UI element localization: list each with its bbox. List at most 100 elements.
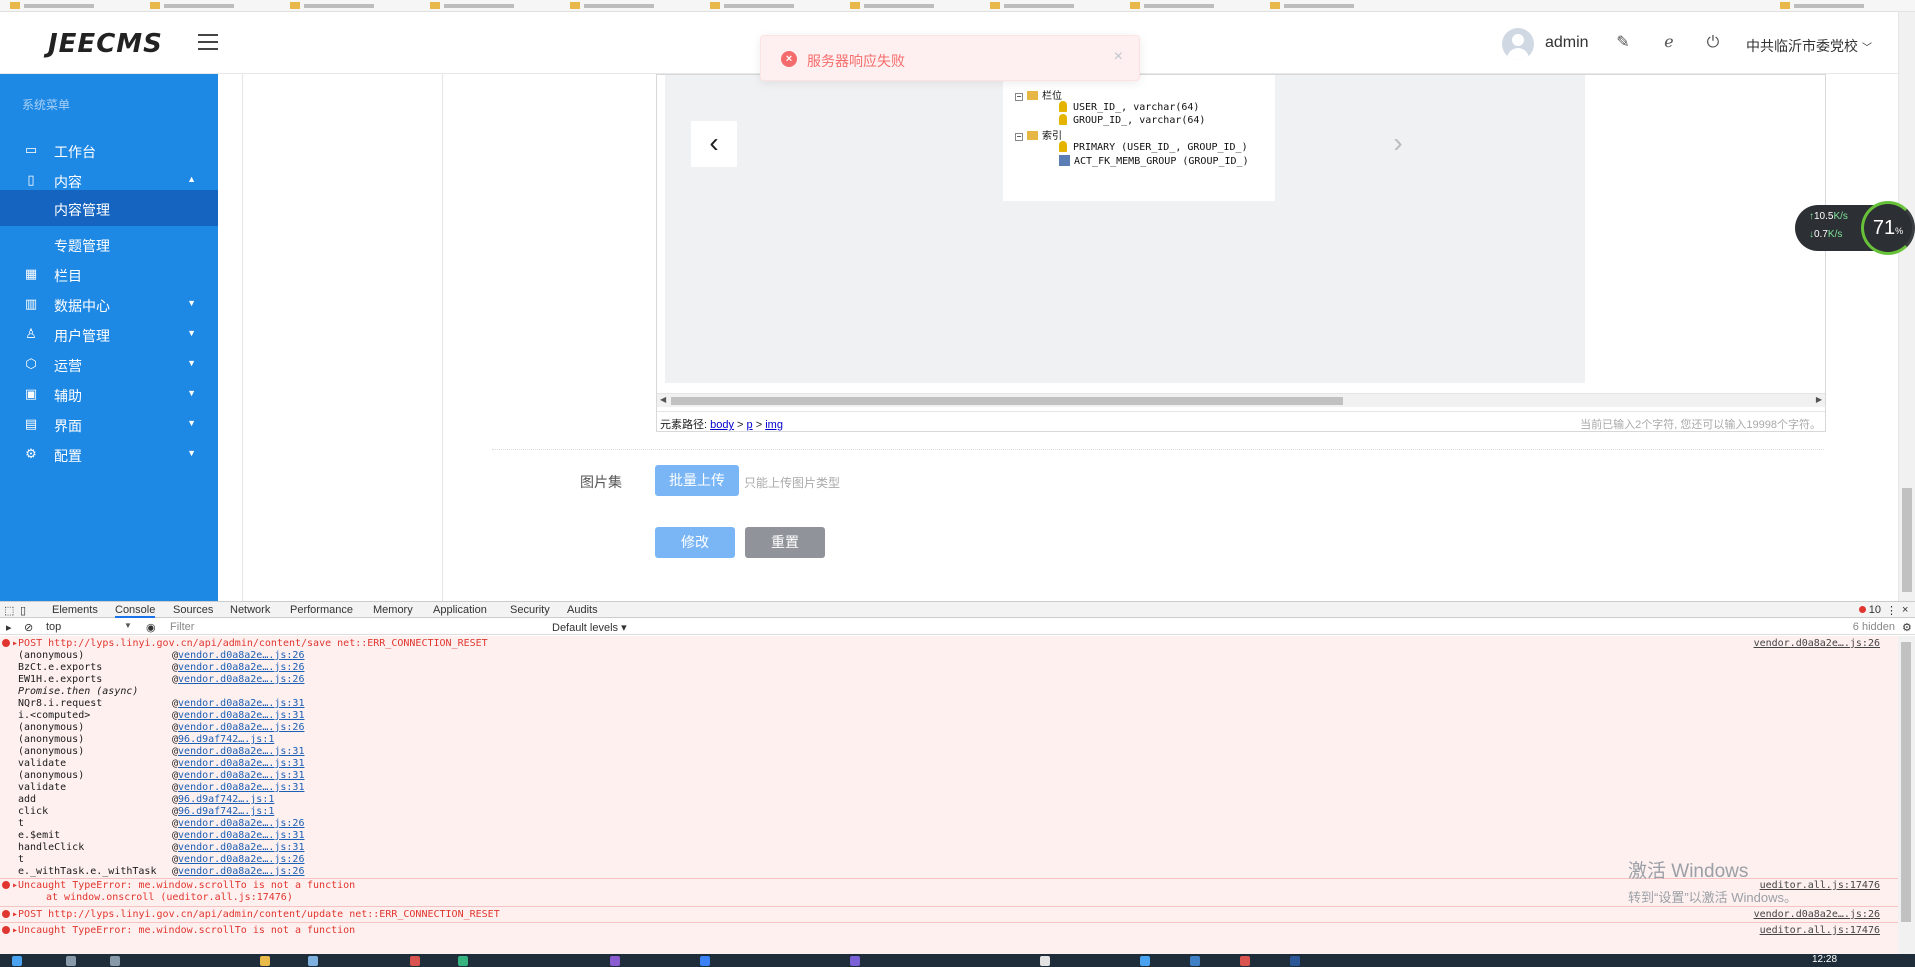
bookmark-item[interactable]: [570, 2, 690, 10]
app-icon[interactable]: [1040, 956, 1050, 966]
reset-button[interactable]: 重置: [745, 527, 825, 558]
tab-performance[interactable]: Performance: [290, 604, 353, 616]
bookmark-item[interactable]: [150, 2, 270, 10]
source-link[interactable]: vendor.d0a8a2e….js:31: [178, 698, 304, 709]
request-url-link[interactable]: http://lyps.linyi.gov.cn/api/admin/conte…: [48, 638, 331, 649]
bookmark-item[interactable]: [1270, 2, 1390, 10]
bookmark-item[interactable]: [710, 2, 830, 10]
source-link[interactable]: vendor.d0a8a2e….js:31: [178, 830, 304, 841]
tab-memory[interactable]: Memory: [373, 604, 413, 616]
source-link[interactable]: 96.d9af742….js:1: [178, 806, 274, 817]
path-link[interactable]: img: [765, 419, 783, 431]
gear-icon[interactable]: ⚙: [1902, 621, 1912, 634]
folder-icon[interactable]: [260, 956, 270, 966]
bookmark-item[interactable]: [1780, 2, 1900, 10]
source-link[interactable]: vendor.d0a8a2e….js:31: [178, 842, 304, 853]
app-icon[interactable]: [1240, 956, 1250, 966]
taskbar-clock[interactable]: 12:28: [1812, 954, 1837, 965]
close-icon[interactable]: ×: [1114, 48, 1123, 66]
menu-toggle-icon[interactable]: [198, 34, 218, 50]
tab-elements[interactable]: Elements: [52, 604, 98, 616]
source-link[interactable]: vendor.d0a8a2e….js:26: [1754, 638, 1880, 649]
source-link[interactable]: ueditor.all.js:17476: [1760, 925, 1880, 936]
source-link[interactable]: 96.d9af742….js:1: [178, 734, 274, 745]
bookmark-item[interactable]: [990, 2, 1110, 10]
source-link[interactable]: vendor.d0a8a2e….js:31: [178, 758, 304, 769]
search-icon[interactable]: [66, 956, 76, 966]
console-error-row[interactable]: ▸POST http://lyps.linyi.gov.cn/api/admin…: [0, 638, 1898, 650]
inspect-icon[interactable]: ⬚: [4, 604, 14, 617]
bookmark-item[interactable]: [290, 2, 410, 10]
app-icon[interactable]: [700, 956, 710, 966]
app-icon[interactable]: [1290, 956, 1300, 966]
source-link[interactable]: vendor.d0a8a2e….js:26: [178, 722, 304, 733]
source-link[interactable]: vendor.d0a8a2e….js:26: [178, 662, 304, 673]
app-icon[interactable]: [610, 956, 620, 966]
rich-text-editor[interactable]: − 栏位 USER_ID_, varchar(64) GROUP_ID_, var…: [656, 74, 1826, 432]
source-link[interactable]: vendor.d0a8a2e….js:26: [178, 674, 304, 685]
sidebar-item-config[interactable]: ⚙ 配置 ▼: [0, 436, 218, 472]
app-icon[interactable]: [850, 956, 860, 966]
horizontal-scrollbar[interactable]: ◀ ▶: [657, 393, 1825, 407]
power-icon[interactable]: ⏻: [1704, 34, 1722, 52]
tab-security[interactable]: Security: [510, 604, 550, 616]
clear-console-icon[interactable]: ⊘: [24, 621, 33, 634]
tab-audits[interactable]: Audits: [567, 604, 598, 616]
eye-icon[interactable]: ◉: [146, 621, 156, 634]
app-icon[interactable]: [1190, 956, 1200, 966]
tab-application[interactable]: Application: [433, 604, 487, 616]
carousel-next-button[interactable]: ›: [1375, 121, 1421, 167]
scrollbar-thumb[interactable]: [1902, 488, 1912, 592]
source-link[interactable]: vendor.d0a8a2e….js:26: [178, 818, 304, 829]
scroll-left-icon[interactable]: ◀: [660, 395, 666, 404]
org-selector[interactable]: 中共临沂市委党校 ﹀: [1746, 36, 1872, 56]
task-view-icon[interactable]: [110, 956, 120, 966]
more-icon[interactable]: ⋮: [1886, 604, 1897, 617]
carousel-prev-button[interactable]: ‹: [691, 121, 737, 167]
network-speed-widget[interactable]: ↑10.5K/s ↓0.7K/s 71%: [1795, 201, 1915, 255]
source-link[interactable]: vendor.d0a8a2e….js:31: [178, 770, 304, 781]
bookmark-item[interactable]: [850, 2, 970, 10]
source-link[interactable]: vendor.d0a8a2e….js:26: [178, 866, 304, 877]
device-toggle-icon[interactable]: ▯: [20, 604, 26, 617]
sidebar-item-content-manage[interactable]: 内容管理: [0, 190, 218, 226]
console-scrollbar[interactable]: [1898, 636, 1915, 955]
avatar[interactable]: [1502, 28, 1534, 60]
source-link[interactable]: vendor.d0a8a2e….js:31: [178, 782, 304, 793]
tab-sources[interactable]: Sources: [173, 604, 213, 616]
scrollbar-thumb[interactable]: [1901, 642, 1911, 922]
source-link[interactable]: vendor.d0a8a2e….js:31: [178, 746, 304, 757]
app-icon[interactable]: [458, 956, 468, 966]
bookmark-item[interactable]: [1130, 2, 1250, 10]
console-error-row[interactable]: ▸POST http://lyps.linyi.gov.cn/api/admin…: [0, 909, 1898, 921]
close-icon[interactable]: ×: [1902, 604, 1908, 616]
app-logo[interactable]: JEECMS: [48, 29, 163, 59]
user-settings-icon[interactable]: ✎: [1614, 34, 1632, 52]
app-icon[interactable]: [308, 956, 318, 966]
start-icon[interactable]: [12, 956, 22, 966]
source-link[interactable]: vendor.d0a8a2e….js:26: [178, 854, 304, 865]
tab-network[interactable]: Network: [230, 604, 270, 616]
source-link[interactable]: vendor.d0a8a2e….js:26: [178, 650, 304, 661]
request-url-link[interactable]: http://lyps.linyi.gov.cn/api/admin/conte…: [48, 909, 343, 920]
context-select[interactable]: top: [46, 621, 61, 633]
console-error-row[interactable]: ▸Uncaught TypeError: me.window.scrollTo …: [0, 925, 1898, 937]
bookmark-item[interactable]: [430, 2, 550, 10]
bookmark-item[interactable]: [10, 2, 130, 10]
source-link[interactable]: 96.d9af742….js:1: [178, 794, 274, 805]
error-count-badge[interactable]: 10: [1858, 604, 1881, 616]
levels-select[interactable]: Default levels ▾: [552, 621, 627, 634]
sidebar-toggle-icon[interactable]: ▸: [6, 621, 12, 634]
tab-console[interactable]: Console: [115, 604, 156, 618]
filter-input[interactable]: Filter: [170, 621, 194, 633]
browser-icon[interactable]: ℯ: [1660, 34, 1678, 52]
username[interactable]: admin: [1545, 34, 1589, 52]
scrollbar-thumb[interactable]: [671, 397, 1343, 405]
path-link[interactable]: p: [747, 419, 753, 431]
console-error-row[interactable]: ▸Uncaught TypeError: me.window.scrollTo …: [0, 880, 1898, 892]
app-icon[interactable]: [1140, 956, 1150, 966]
batch-upload-button[interactable]: 批量上传: [655, 465, 739, 496]
page-scrollbar[interactable]: [1898, 12, 1915, 601]
source-link[interactable]: vendor.d0a8a2e….js:31: [178, 710, 304, 721]
source-link[interactable]: vendor.d0a8a2e….js:26: [1754, 909, 1880, 920]
